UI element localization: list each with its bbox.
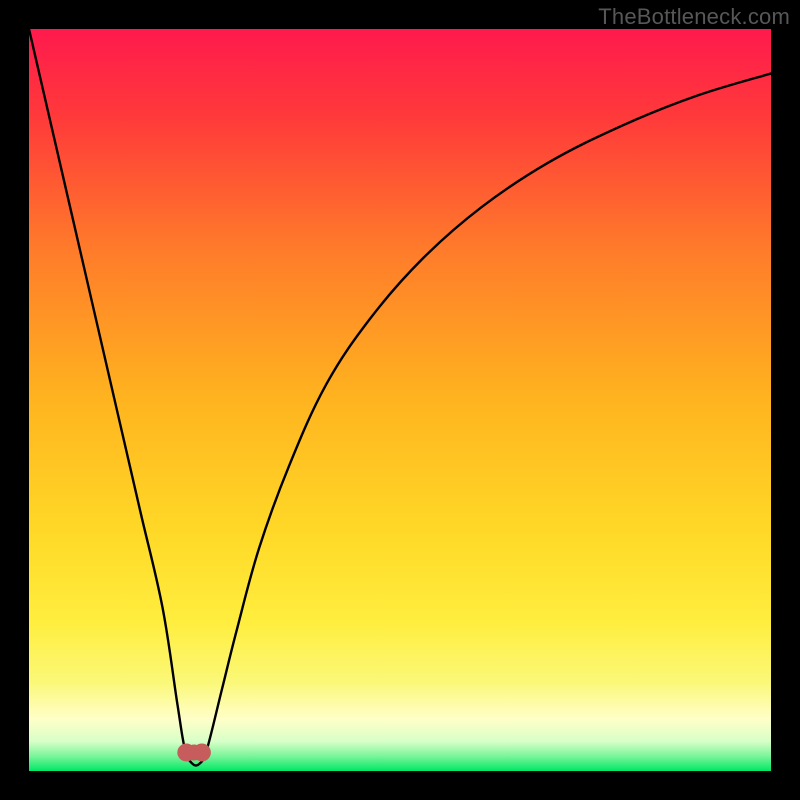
watermark-text: TheBottleneck.com	[598, 4, 790, 30]
chart-background	[29, 29, 771, 771]
chart-frame: TheBottleneck.com	[0, 0, 800, 800]
marker-min-left	[177, 743, 195, 761]
chart-plot	[29, 29, 771, 771]
marker-min-right	[193, 743, 211, 761]
curve-markers	[177, 743, 211, 761]
